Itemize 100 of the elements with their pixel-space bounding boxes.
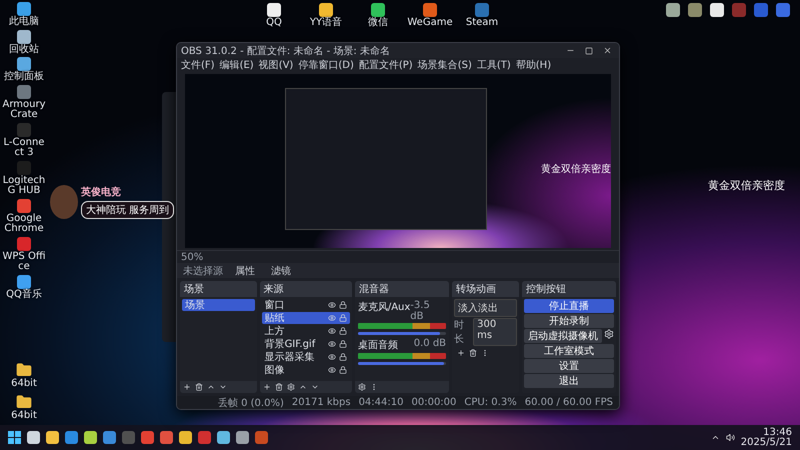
maximize-icon <box>585 46 593 54</box>
desktop-icon-label: WPS Office <box>2 252 46 272</box>
duration-label: 时长 <box>454 318 466 346</box>
control-button[interactable]: 工作室模式 <box>524 344 614 358</box>
window-title: OBS 31.0.2 - 配置文件: 未命名 - 场景: 未命名 <box>181 44 391 58</box>
desktop-icon-label: QQ音乐 <box>5 290 43 300</box>
control-button[interactable]: 退出 <box>524 374 614 388</box>
up-icon[interactable] <box>298 383 307 391</box>
desktop-icon-label: 64bit <box>10 379 38 390</box>
channel-name: 麦克风/Aux <box>358 300 410 315</box>
menu-item[interactable]: 帮助(H) <box>516 58 552 72</box>
start-icon[interactable] <box>8 431 21 444</box>
lock-icon[interactable] <box>338 353 347 361</box>
dock-title: 来源 <box>260 281 352 297</box>
menu-item[interactable]: 配置文件(P) <box>358 58 413 72</box>
toolbar-button[interactable]: 属性 <box>231 264 259 278</box>
zoom-level[interactable]: 50% <box>181 252 204 262</box>
close-icon <box>603 46 612 55</box>
app-icon[interactable] <box>17 57 31 71</box>
file-icon[interactable] <box>710 3 724 17</box>
toolbar-button[interactable]: 滤镜 <box>267 264 295 278</box>
taskbar-time[interactable]: 13:46 <box>763 428 792 438</box>
lock-icon[interactable] <box>338 340 347 348</box>
source-item[interactable]: 窗口 <box>262 299 350 311</box>
taskbar-app-icon[interactable] <box>103 431 116 444</box>
desktop-icon-label: Google Chrome <box>3 214 45 234</box>
add-icon[interactable] <box>262 383 271 391</box>
taskbar-app-icon[interactable] <box>179 431 192 444</box>
folder-icon[interactable] <box>16 362 32 378</box>
eye-icon[interactable] <box>328 340 336 348</box>
avatar-placeholder <box>50 185 78 219</box>
control-button[interactable]: 停止直播 <box>524 299 614 313</box>
desktop-icon-label: Steam <box>464 18 500 28</box>
menu-item[interactable]: 文件(F) <box>181 58 215 72</box>
add-icon[interactable] <box>457 349 466 357</box>
menu-item[interactable]: 编辑(E) <box>220 58 254 72</box>
settings-icon[interactable] <box>358 383 366 391</box>
desktop-icon-label: L-Connect 3 <box>2 138 46 158</box>
transition-select[interactable]: 淡入淡出 <box>454 299 517 317</box>
taskbar-app-icon[interactable] <box>236 431 249 444</box>
control-button[interactable]: 设置 <box>524 359 614 373</box>
desktop-icon-label: Logitech G HUB <box>2 176 46 196</box>
sticker-label: 大神陪玩 服务周到 <box>81 201 174 219</box>
scene-item[interactable]: 场景 <box>182 299 255 311</box>
dock-title: 场景 <box>180 281 257 297</box>
lock-icon[interactable] <box>338 366 347 374</box>
settings-icon[interactable] <box>604 329 614 339</box>
taskbar-app-icon[interactable] <box>46 431 59 444</box>
delete-icon[interactable] <box>274 383 283 391</box>
down-icon[interactable] <box>310 383 319 391</box>
source-item[interactable]: 显示器采集 <box>262 351 350 363</box>
file-icon[interactable] <box>666 3 680 17</box>
desktop-icon-label: YY语音 <box>308 18 344 28</box>
eye-icon[interactable] <box>328 301 336 309</box>
control-button[interactable]: 开始录制 <box>524 314 614 328</box>
app-icon[interactable] <box>319 3 333 17</box>
eye-icon[interactable] <box>328 327 336 335</box>
duration-field[interactable]: 300 ms <box>473 318 517 346</box>
sticker-title: 英俊电竞 <box>81 185 121 199</box>
source-item[interactable]: 上方 <box>262 325 350 337</box>
preview-text: 黄金双倍亲密度 <box>541 162 611 176</box>
app-icon[interactable] <box>17 30 31 44</box>
menu-item[interactable]: 工具(T) <box>476 58 511 72</box>
overlay-text: 黄金双倍亲密度 <box>708 178 785 193</box>
source-item[interactable]: 背景GIF.gif <box>262 338 350 350</box>
taskbar-app-icon[interactable] <box>65 431 78 444</box>
down-icon[interactable] <box>219 383 227 391</box>
app-icon[interactable] <box>17 274 31 288</box>
source-item[interactable]: 图像 <box>262 364 350 376</box>
menu-item[interactable]: 停靠窗口(D) <box>298 58 354 72</box>
add-icon[interactable] <box>183 383 191 391</box>
status-text: 丢帧 0 (0.0%) <box>218 396 284 409</box>
tray-chevron-icon[interactable] <box>710 433 720 442</box>
app-icon[interactable] <box>17 2 31 16</box>
settings-icon[interactable] <box>286 383 295 391</box>
desktop-icon-label: QQ <box>265 18 283 28</box>
lock-icon[interactable] <box>338 301 347 309</box>
desktop-icon-label: 控制面板 <box>3 72 45 82</box>
eye-icon[interactable] <box>328 366 336 374</box>
menu-item[interactable]: 场景集合(S) <box>418 58 472 72</box>
volume-icon[interactable] <box>726 433 735 442</box>
up-icon[interactable] <box>207 383 215 391</box>
dock-title: 转场动画 <box>452 281 519 297</box>
app-icon[interactable] <box>267 3 281 17</box>
source-status: 未选择源 <box>183 264 223 278</box>
dock-title: 混音器 <box>354 281 450 297</box>
taskbar-app-icon[interactable] <box>27 431 40 444</box>
dock-title: 控制按钮 <box>522 281 616 297</box>
lock-icon[interactable] <box>338 327 347 335</box>
folder-icon[interactable] <box>16 394 32 410</box>
taskbar-date[interactable]: 2025/5/21 <box>740 438 792 448</box>
status-text: 04:44:10 <box>358 397 404 408</box>
delete-icon[interactable] <box>469 349 478 357</box>
taskbar-app-icon[interactable] <box>84 431 97 444</box>
app-icon[interactable] <box>371 3 385 17</box>
eye-icon[interactable] <box>328 353 336 361</box>
taskbar-app-icon[interactable] <box>217 431 230 444</box>
menu-item[interactable]: 视图(V) <box>258 58 294 72</box>
control-button[interactable]: 启动虚拟摄像机 <box>524 329 602 343</box>
delete-icon[interactable] <box>195 383 203 391</box>
